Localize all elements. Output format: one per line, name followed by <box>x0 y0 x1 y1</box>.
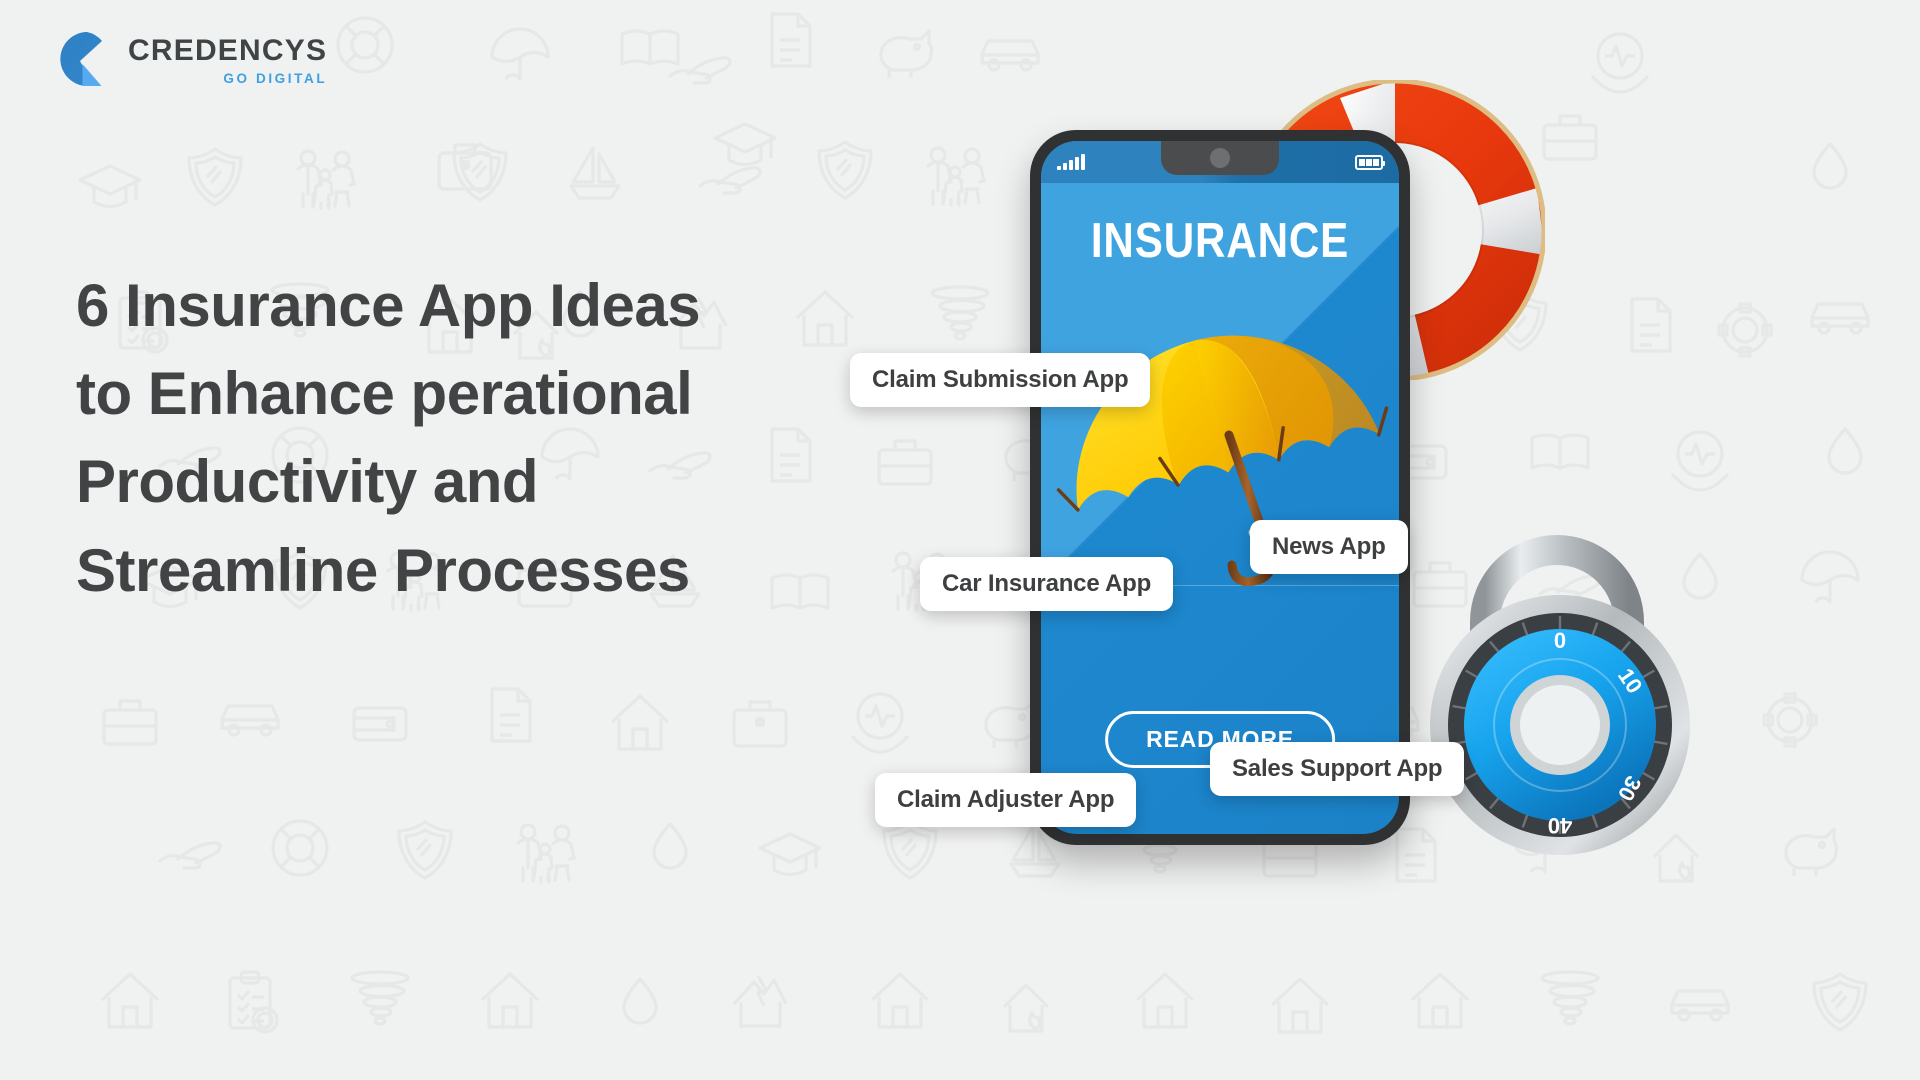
front-camera-icon <box>1210 148 1230 168</box>
headline-line-3: Productivity and <box>76 448 539 516</box>
badge-claim-adjuster-app[interactable]: Claim Adjuster App <box>875 773 1137 827</box>
logo-wordmark: CREDENCYS GO DIGITAL <box>128 33 327 86</box>
badge-sales-support-app[interactable]: Sales Support App <box>1210 742 1465 796</box>
badge-car-insurance-app[interactable]: Car Insurance App <box>920 557 1174 611</box>
hero-illustration: 0 10 30 40 INSURANCE READ MORE Claim Sub… <box>850 60 1920 1070</box>
badge-news-app[interactable]: News App <box>1250 520 1408 574</box>
credencys-circle-mark-icon <box>58 30 116 88</box>
combination-padlock-icon: 0 10 30 40 <box>1415 530 1705 860</box>
signal-bars-icon <box>1057 154 1085 170</box>
dial-number-40: 40 <box>1548 813 1572 838</box>
page-headline: 6 Insurance App Ideas to Enhance peratio… <box>76 262 866 615</box>
dial-number-0: 0 <box>1554 628 1566 653</box>
badge-claim-submission-app[interactable]: Claim Submission App <box>850 353 1151 407</box>
phone-screen: INSURANCE READ MORE <box>1041 141 1399 834</box>
phone-mockup: INSURANCE READ MORE <box>1030 130 1410 845</box>
headline-line-4: Streamline Processes <box>76 536 690 604</box>
screen-title: INSURANCE <box>1090 214 1350 268</box>
headline-line-1: 6 Insurance App Ideas <box>76 272 701 339</box>
phone-notch <box>1161 141 1279 175</box>
logo-tagline: GO DIGITAL <box>223 70 328 86</box>
brand-logo[interactable]: CREDENCYS GO DIGITAL <box>58 30 327 88</box>
battery-icon <box>1355 154 1385 170</box>
logo-name: CREDENCYS <box>128 33 328 67</box>
headline-line-2: to Enhance perational <box>76 360 693 428</box>
